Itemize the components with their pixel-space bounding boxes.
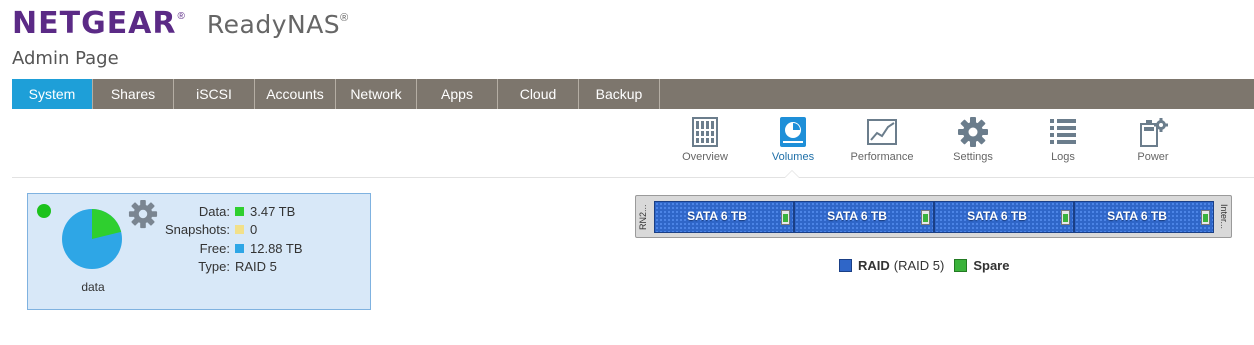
drive-bay-4[interactable]: SATA 6 TB: [1074, 201, 1214, 233]
drive-label: SATA 6 TB: [967, 209, 1027, 223]
stat-value: RAID 5: [235, 259, 277, 275]
spare-swatch: [954, 259, 968, 272]
netgear-logo: NETGEAR: [12, 6, 177, 41]
stat-key: Data:: [198, 203, 230, 219]
gear-icon[interactable]: [128, 199, 158, 229]
legend-raid: RAID (RAID 5): [839, 258, 944, 273]
power-icon: [1140, 118, 1168, 147]
subnav-logs[interactable]: Logs: [1018, 116, 1108, 163]
volume-card[interactable]: data Data: 3.47 TB Snapshots: 0 Free: 12…: [27, 193, 371, 310]
legend-raid-detail: (RAID 5): [893, 258, 945, 273]
drive-bay-2[interactable]: SATA 6 TB: [794, 201, 934, 233]
drive-status-led: [1061, 210, 1070, 225]
logo-registered-mark: ®: [177, 11, 185, 22]
subnav-performance-label: Performance: [850, 151, 914, 163]
subnav-volumes[interactable]: Volumes: [748, 116, 838, 163]
legend-spare: Spare: [954, 258, 1013, 273]
stat-key: Free:: [199, 240, 230, 256]
subnav-performance[interactable]: Performance: [837, 116, 927, 163]
stat-key: Snapshots:: [164, 222, 230, 238]
subnav-settings[interactable]: Settings: [928, 116, 1018, 163]
tab-iscsi[interactable]: iSCSI: [174, 79, 255, 109]
subnav-logs-label: Logs: [1051, 151, 1075, 163]
brand-header: NETGEAR ® ReadyNAS ®: [12, 6, 348, 42]
product-name: ReadyNAS: [206, 10, 341, 39]
stat-row-data: Data: 3.47 TB: [158, 202, 303, 221]
performance-icon: [867, 119, 897, 145]
data-swatch: [235, 206, 244, 216]
stat-row-type: Type: RAID 5: [158, 258, 303, 277]
drive-legend: RAID (RAID 5) Spare: [839, 258, 1023, 273]
disk-enclosure: RN2... SATA 6 TB SATA 6 TB SATA 6 TB SAT…: [635, 195, 1232, 238]
tab-shares[interactable]: Shares: [93, 79, 174, 109]
tab-system[interactable]: System: [12, 79, 93, 109]
stat-value: 0: [250, 222, 258, 238]
system-subnav: Overview Volumes Performance Settings Lo…: [660, 116, 1254, 176]
subnav-power[interactable]: Power: [1108, 116, 1198, 163]
overview-icon: [692, 117, 718, 147]
drive-status-led: [1201, 210, 1210, 225]
gear-icon: [958, 117, 988, 147]
stat-row-snapshots: Snapshots: 0: [158, 221, 303, 240]
subnav-power-label: Power: [1137, 151, 1169, 163]
tab-accounts[interactable]: Accounts: [255, 79, 336, 109]
product-registered-mark: ®: [340, 12, 349, 24]
drive-bay-1[interactable]: SATA 6 TB: [654, 201, 794, 233]
subnav-divider: [12, 177, 1254, 178]
drive-bays: SATA 6 TB SATA 6 TB SATA 6 TB SATA 6 TB: [654, 201, 1214, 233]
legend-spare-label: Spare: [973, 258, 1010, 273]
subnav-volumes-label: Volumes: [771, 151, 815, 163]
raid-swatch: [839, 259, 852, 272]
stat-row-free: Free: 12.88 TB: [158, 239, 303, 258]
legend-raid-label: RAID: [858, 258, 890, 273]
snapshots-swatch: [235, 225, 244, 235]
subnav-overview[interactable]: Overview: [660, 116, 750, 163]
drive-bay-3[interactable]: SATA 6 TB: [934, 201, 1074, 233]
volume-name: data: [81, 280, 105, 294]
tab-backup[interactable]: Backup: [579, 79, 660, 109]
drive-label: SATA 6 TB: [1107, 209, 1167, 223]
stat-key: Type:: [198, 259, 230, 275]
enclosure-left-label: RN2...: [638, 204, 648, 230]
page-title: Admin Page: [12, 48, 119, 69]
list-icon: [1050, 119, 1076, 144]
drive-label: SATA 6 TB: [687, 209, 747, 223]
drive-status-led: [921, 210, 930, 225]
drive-status-led: [781, 210, 790, 225]
active-subnav-caret: [784, 170, 800, 178]
drive-label: SATA 6 TB: [827, 209, 887, 223]
tab-network[interactable]: Network: [336, 79, 417, 109]
free-swatch: [235, 243, 244, 253]
volume-stats: Data: 3.47 TB Snapshots: 0 Free: 12.88 T…: [158, 202, 303, 276]
volumes-icon: [780, 117, 806, 147]
subnav-settings-label: Settings: [953, 151, 993, 163]
enclosure-right-label: Inter...: [1219, 204, 1229, 230]
volume-usage-pie: [62, 209, 122, 269]
stat-value: 12.88 TB: [250, 240, 303, 256]
tab-cloud[interactable]: Cloud: [498, 79, 579, 109]
volume-status-indicator: [37, 204, 51, 218]
subnav-overview-label: Overview: [682, 151, 728, 163]
stat-value: 3.47 TB: [250, 203, 296, 219]
main-tab-bar: System Shares iSCSI Accounts Network App…: [12, 79, 1254, 109]
tab-apps[interactable]: Apps: [417, 79, 498, 109]
